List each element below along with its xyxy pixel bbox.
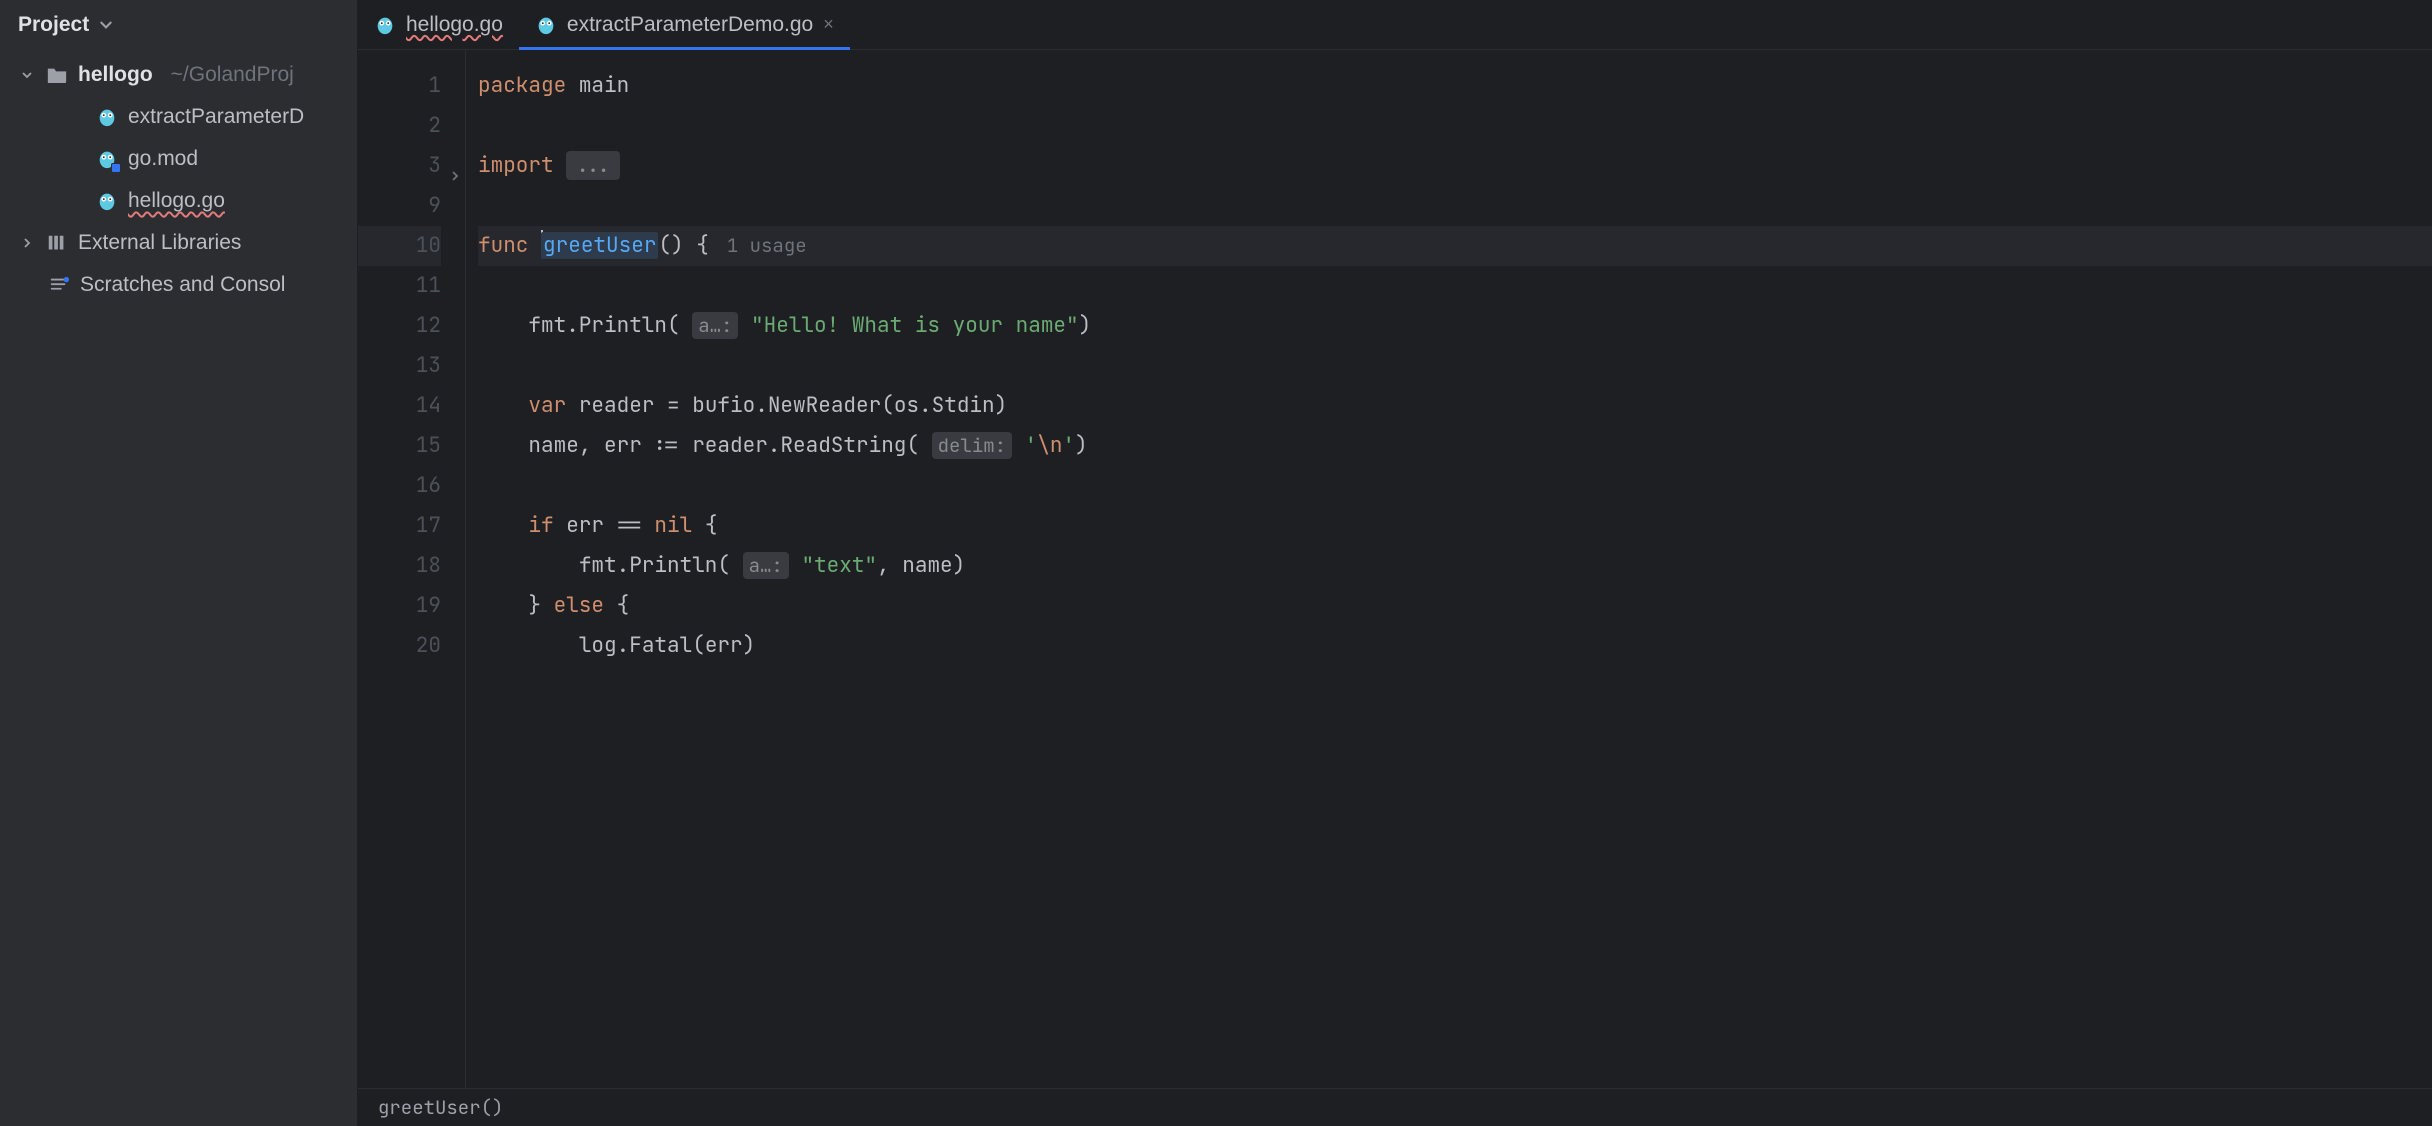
folder-icon bbox=[46, 65, 68, 85]
tree-external-libraries[interactable]: External Libraries bbox=[0, 222, 357, 264]
project-tree: hellogo ~/GolandProj extractParameterD g… bbox=[0, 50, 357, 310]
chevron-down-icon bbox=[99, 18, 113, 32]
tree-root-folder[interactable]: hellogo ~/GolandProj bbox=[0, 54, 357, 96]
tree-file-label: hellogo.go bbox=[128, 189, 225, 213]
chevron-right-icon bbox=[21, 237, 33, 249]
tab-hellogo[interactable]: hellogo.go bbox=[358, 0, 519, 49]
go-mod-icon bbox=[96, 148, 118, 170]
line-number: 13 bbox=[358, 346, 441, 386]
line-number: 20 bbox=[358, 626, 441, 666]
line-number: 1 bbox=[358, 66, 441, 106]
tree-file-hellogo[interactable]: hellogo.go bbox=[0, 180, 357, 222]
library-icon bbox=[46, 233, 68, 253]
chevron-down-icon bbox=[21, 69, 33, 81]
go-file-icon bbox=[96, 106, 118, 128]
breadcrumb[interactable]: greetUser() bbox=[358, 1088, 2432, 1126]
param-hint: a…: bbox=[692, 312, 738, 339]
tab-extractparameter[interactable]: extractParameterDemo.go × bbox=[519, 0, 850, 49]
tree-file-extract[interactable]: extractParameterD bbox=[0, 96, 357, 138]
tree-scratches[interactable]: Scratches and Consol bbox=[0, 264, 357, 306]
line-number: 16 bbox=[358, 466, 441, 506]
project-tool-header[interactable]: Project bbox=[0, 0, 357, 50]
tab-label: extractParameterDemo.go bbox=[567, 13, 813, 37]
usage-hint[interactable]: 1 usage bbox=[727, 233, 807, 258]
editor-area: hellogo.go extractParameterDemo.go × 1 2… bbox=[358, 0, 2432, 1126]
editor-tabs: hellogo.go extractParameterDemo.go × bbox=[358, 0, 2432, 50]
go-file-icon bbox=[374, 14, 396, 36]
line-number: 12 bbox=[358, 306, 441, 346]
tree-scratches-label: Scratches and Consol bbox=[80, 273, 285, 297]
tree-root-name: hellogo bbox=[78, 63, 153, 87]
scratches-icon bbox=[48, 275, 70, 295]
line-number: 18 bbox=[358, 546, 441, 586]
line-number: 3 bbox=[358, 146, 441, 186]
param-hint: a…: bbox=[743, 552, 789, 579]
breadcrumb-item: greetUser() bbox=[378, 1095, 503, 1120]
fold-icon[interactable] bbox=[449, 156, 461, 196]
code-editor[interactable]: 1 2 3 9 10 11 12 13 14 15 16 17 18 19 20… bbox=[358, 50, 2432, 1088]
tree-file-gomod[interactable]: go.mod bbox=[0, 138, 357, 180]
current-line: func greetUser() {1 usage bbox=[478, 226, 2432, 266]
code-body[interactable]: package main import ... func greetUser()… bbox=[466, 50, 2432, 1088]
line-number: 19 bbox=[358, 586, 441, 626]
go-file-icon bbox=[535, 14, 557, 36]
tree-root-path: ~/GolandProj bbox=[171, 63, 294, 87]
line-gutter: 1 2 3 9 10 11 12 13 14 15 16 17 18 19 20 bbox=[358, 50, 466, 1088]
go-file-icon bbox=[96, 190, 118, 212]
project-sidebar: Project hellogo ~/GolandProj extractPara… bbox=[0, 0, 358, 1126]
line-number: 11 bbox=[358, 266, 441, 306]
fold-placeholder[interactable]: ... bbox=[566, 151, 620, 180]
param-hint: delim: bbox=[932, 432, 1012, 459]
tree-file-label: extractParameterD bbox=[128, 105, 304, 129]
line-number: 9 bbox=[358, 186, 441, 226]
tab-label: hellogo.go bbox=[406, 13, 503, 37]
line-number: 14 bbox=[358, 386, 441, 426]
line-number: 15 bbox=[358, 426, 441, 466]
project-title: Project bbox=[18, 13, 89, 37]
line-number: 17 bbox=[358, 506, 441, 546]
line-number: 2 bbox=[358, 106, 441, 146]
close-icon[interactable]: × bbox=[823, 14, 834, 35]
line-number: 10 bbox=[358, 226, 441, 266]
tree-file-label: go.mod bbox=[128, 147, 198, 171]
tree-external-label: External Libraries bbox=[78, 231, 241, 255]
